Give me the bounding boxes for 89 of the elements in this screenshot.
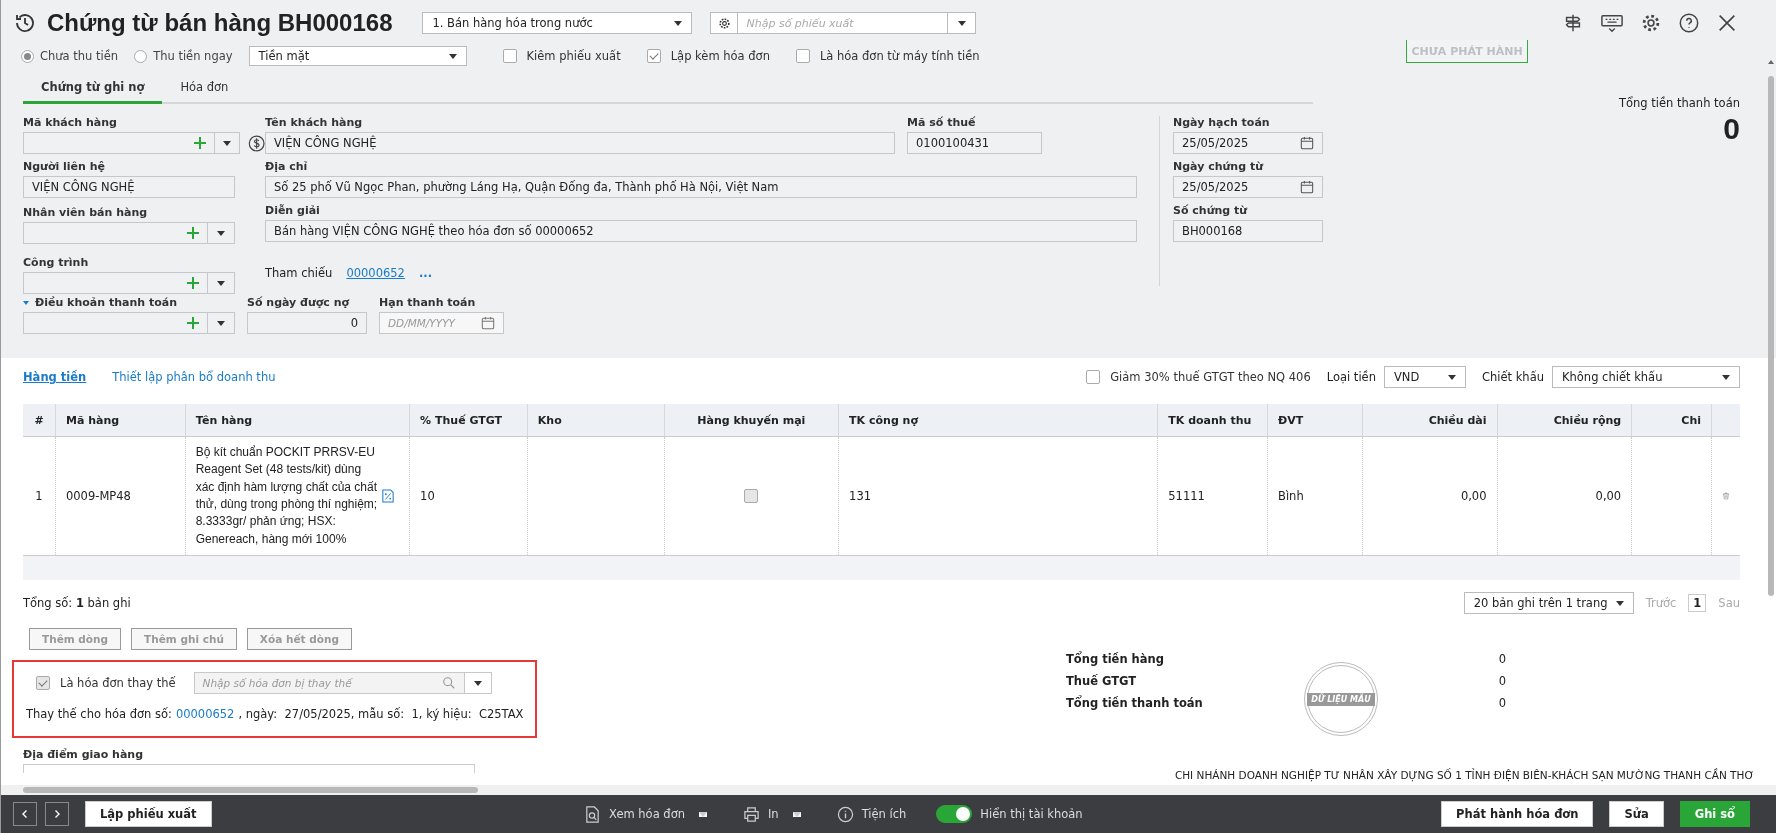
payment-method-dropdown[interactable]: Tiền mặt xyxy=(248,46,467,66)
option-checkbox[interactable]: Kiêm phiếu xuất xyxy=(502,49,621,63)
table-cell: 1 xyxy=(35,489,43,503)
show-accounts-toggle[interactable]: Hiển thị tài khoản xyxy=(936,805,1083,823)
total-value: 0 xyxy=(1498,652,1506,666)
vat-reduction-checkbox[interactable]: Giảm 30% thuế GTGT theo NQ 406 xyxy=(1086,370,1311,384)
column-header: Mã hàng xyxy=(55,404,186,436)
column-header: ĐVT xyxy=(1268,404,1363,436)
voucher-number-field[interactable]: BH000168 xyxy=(1173,220,1323,242)
search-field[interactable]: Nhập số phiếu xuất xyxy=(738,12,949,34)
create-export-button[interactable]: Lập phiếu xuất xyxy=(85,801,212,827)
field-label: Diễn giải xyxy=(265,204,321,217)
table-cell: 0,00 xyxy=(1595,489,1622,503)
print-button[interactable]: In xyxy=(736,804,807,824)
window-title: Chứng từ bán hàng BH000168 xyxy=(47,9,393,37)
total-label: Thuế GTGT xyxy=(1066,674,1137,688)
column-header: Hàng khuyến mại xyxy=(664,404,840,436)
currency-label: Loại tiền xyxy=(1326,370,1376,384)
table-cell-text: Bộ kít chuẩn POCKIT PRRSV-EU Reagent Set (48 tests/kit) dùng xác định hàm lượng chất của chất thử, dùng trong phòng thí nghiệm; 8.3333gr/ phản ứng; HSX: Genereach, hàng mới 100% xyxy=(195,443,378,548)
field-label: Mã khách hàng xyxy=(23,116,118,129)
column-header: % Thuế GTGT xyxy=(410,404,528,436)
branch-name: CHI NHÁNH DOANH NGHIỆP TƯ NHÂN XÂY DỰNG SỐ 1 TỈNH ĐIỆN BIÊN-KHÁCH SẠN MƯỜNG THANH CẦN THƠ xyxy=(1174,769,1754,781)
field-label: Tên khách hàng xyxy=(265,116,364,129)
field-label: Ngày hạch toán xyxy=(1173,116,1271,129)
field-label: Công trình xyxy=(23,256,90,269)
column-header: Chiều dài xyxy=(1362,404,1498,436)
grid-tab[interactable]: Thiết lập phân bổ doanh thu xyxy=(112,370,276,384)
description-field[interactable]: Bán hàng VIỆN CÔNG NGHỆ theo hóa đơn số 00000652 xyxy=(265,220,1137,242)
field-label: Ngày chứng từ xyxy=(1173,160,1265,173)
utilities-button[interactable]: Tiện ích xyxy=(830,804,913,824)
voucher-date-field[interactable]: 25/05/2025 xyxy=(1173,176,1323,198)
reference-link[interactable]: 00000652 xyxy=(346,266,405,280)
total-payment-label: Tổng tiền thanh toán xyxy=(1619,96,1740,110)
customer-name-field[interactable]: VIỆN CÔNG NGHỆ xyxy=(265,132,895,154)
currency-dropdown[interactable]: VND xyxy=(1383,366,1466,388)
discount-dropdown[interactable]: Không chiết khấu xyxy=(1552,366,1740,388)
action-button[interactable]: Sửa xyxy=(1609,801,1664,827)
option-checkbox[interactable]: Lập kèm hóa đơn xyxy=(646,49,770,63)
column-header: Chi xyxy=(1632,404,1713,436)
invoice-link[interactable]: 00000652 xyxy=(175,706,235,722)
address-field[interactable]: Số 25 phố Vũ Ngọc Phan, phường Láng Hạ, Quận Đống đa, Thành phố Hà Nội, Việt Nam xyxy=(265,176,1137,198)
column-header: TK doanh thu xyxy=(1158,404,1269,436)
table-cell: 131 xyxy=(849,489,872,503)
replacement-checkbox[interactable]: Là hóa đơn thay thế xyxy=(36,676,176,690)
tab[interactable]: Chứng từ ghi nợ xyxy=(23,74,163,104)
table-cell: 0,00 xyxy=(1460,489,1487,503)
column-header: Chiều rộng xyxy=(1497,404,1633,436)
field-label: Điều khoản thanh toán xyxy=(23,296,235,309)
tab[interactable]: Hóa đơn xyxy=(162,74,247,104)
table-cell: 0009-MP48 xyxy=(65,489,131,503)
total-payment-value: 0 xyxy=(1723,112,1740,146)
column-header: Tên hàng xyxy=(185,404,411,436)
action-button[interactable]: Phát hành hóa đơn xyxy=(1441,801,1594,827)
page-size-dropdown[interactable]: 20 bản ghi trên 1 trang xyxy=(1463,592,1634,614)
total-value: 0 xyxy=(1498,696,1506,710)
grid-tab[interactable]: Hàng tiền xyxy=(23,370,87,384)
total-label: Tổng tiền hàng xyxy=(1066,652,1164,666)
table-cell: 10 xyxy=(420,489,435,503)
posting-date-field[interactable]: 25/05/2025 xyxy=(1173,132,1323,154)
more-link[interactable]: ... xyxy=(418,266,433,280)
page-number[interactable]: 1 xyxy=(1688,594,1707,612)
discount-label: Chiết khấu xyxy=(1481,370,1544,384)
field-label: Hạn thanh toán xyxy=(379,296,477,309)
field-label: Người liên hệ xyxy=(23,160,107,173)
table-cell: 51111 xyxy=(1168,489,1205,503)
replacement-info: , ngày: 27/05/2025, mẫu số: 1, ký hiệu: C25TAX xyxy=(238,706,524,722)
table-cell: Bình xyxy=(1278,489,1304,503)
column-header: TK công nợ xyxy=(839,404,1159,436)
contact-field[interactable]: VIỆN CÔNG NGHỆ xyxy=(23,176,235,198)
total-label: Tổng tiền thanh toán xyxy=(1066,696,1203,710)
credit-days-field[interactable]: 0 xyxy=(247,312,367,334)
tax-code-field[interactable]: 0100100431 xyxy=(907,132,1042,154)
reference-label: Tham chiếu xyxy=(265,266,333,280)
payment-radio[interactable]: Chưa thu tiền xyxy=(21,49,119,63)
option-checkbox[interactable]: Là hóa đơn từ máy tính tiền xyxy=(795,49,980,63)
record-count: Tổng số: 1 bản ghi xyxy=(23,596,131,610)
voucher-type-dropdown[interactable]: 1. Bán hàng hóa trong nước xyxy=(422,12,693,34)
replacement-info: Thay thế cho hóa đơn số: xyxy=(26,706,172,722)
column-header: # xyxy=(23,404,56,436)
column-header: Kho xyxy=(527,404,665,436)
field-label: Mã số thuế xyxy=(907,116,977,129)
field-label: Địa chỉ xyxy=(265,160,309,173)
field-label: Nhân viên bán hàng xyxy=(23,206,149,219)
field-label: Số chứng từ xyxy=(1173,204,1249,217)
field-label: Số ngày được nợ xyxy=(247,296,351,309)
field-label: Địa điểm giao hàng xyxy=(23,748,145,761)
total-value: 0 xyxy=(1498,674,1506,688)
payment-radio[interactable]: Thu tiền ngay xyxy=(134,49,233,63)
view-invoice-button[interactable]: Xem hóa đơn xyxy=(578,804,713,824)
